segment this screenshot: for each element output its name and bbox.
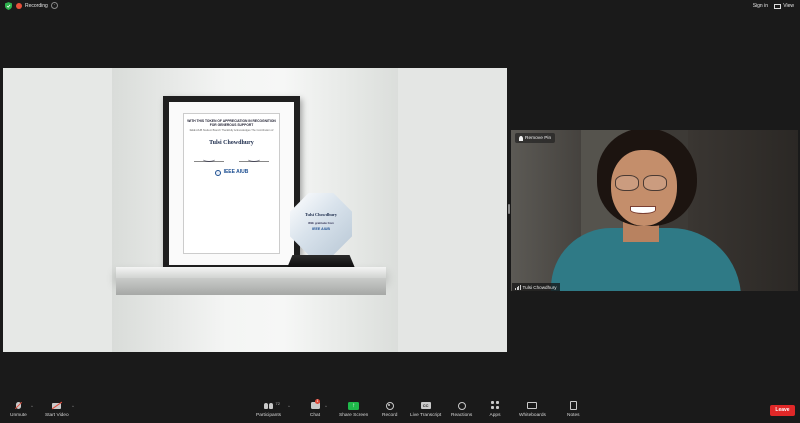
plaque-gratitude: With gratitude from [308, 221, 334, 226]
notes-label: Notes [567, 413, 580, 418]
chat-badge: 1 [315, 399, 320, 404]
signature-right [238, 160, 269, 165]
apps-icon [490, 401, 500, 410]
audio-options-caret-icon[interactable]: ^ [31, 404, 33, 409]
crystal-plaque: Tulsi Chowdhury With gratitude from IEEE… [290, 193, 352, 258]
signature-left [194, 160, 225, 165]
reactions-button[interactable]: Reactions [451, 400, 472, 418]
certificate: WITH THIS TOKEN OF APPRECIATION IN RECOG… [183, 113, 280, 254]
notes-icon [569, 401, 577, 410]
wall-left [3, 68, 112, 352]
participant-name-tag: Tulsi Chowdhury [512, 283, 560, 291]
remove-pin-label: Remove Pin [525, 135, 552, 141]
participant-name: Tulsi Chowdhury [522, 284, 557, 290]
share-screen-icon: ↑ [348, 401, 360, 410]
reactions-label: Reactions [451, 413, 473, 418]
wall-right [398, 68, 507, 352]
certificate-body-lines [187, 152, 276, 155]
live-transcript-label: Live Transcript [410, 413, 442, 418]
plaque-glass: Tulsi Chowdhury With gratitude from IEEE… [290, 193, 352, 255]
record-icon [385, 401, 394, 410]
certificate-recipient: Tulsi Chowdhury [209, 139, 254, 146]
record-button[interactable]: Record [382, 400, 397, 418]
share-screen-button[interactable]: ↑ Share Screen [339, 400, 368, 418]
grid-view-icon [774, 3, 782, 9]
meeting-toolbar: Unmute ^ Start Video ^ 72 Participants ^… [0, 398, 800, 423]
certificate-mat: WITH THIS TOKEN OF APPRECIATION IN RECOG… [169, 102, 294, 265]
recording-indicator[interactable]: Recording · [16, 2, 58, 9]
participants-button[interactable]: 72 Participants [256, 400, 281, 418]
certificate-frame: WITH THIS TOKEN OF APPRECIATION IN RECOG… [163, 96, 300, 271]
plaque-brand: IEEE AIUB [312, 227, 330, 232]
unmute-button[interactable]: Unmute [10, 400, 27, 418]
remove-pin-button[interactable]: Remove Pin [515, 133, 556, 143]
view-button[interactable]: View [774, 3, 794, 9]
aiub-seal-icon [214, 170, 221, 177]
record-label: Record [382, 413, 398, 418]
top-bar: Recording · Sign in View [0, 0, 800, 12]
apps-button[interactable]: Apps [489, 400, 501, 418]
plaque-top-lines [290, 205, 352, 208]
participants-icon [263, 402, 274, 409]
recording-dot-icon [16, 2, 22, 9]
participants-count: 72 [275, 401, 280, 406]
apps-label: Apps [489, 413, 501, 418]
pin-icon [519, 135, 523, 141]
glasses-left-lens [615, 175, 639, 191]
participant-video[interactable] [511, 130, 798, 291]
encryption-shield-icon[interactable] [5, 2, 12, 10]
more-options-icon[interactable]: · [50, 2, 58, 9]
certificate-date [187, 180, 276, 182]
shelf-top [116, 267, 386, 278]
certificate-subheading: IEEE AIUB Student Branch Thankfully Ackn… [189, 129, 274, 133]
certificate-logo-row: IEEE AIUB [187, 168, 276, 177]
start-video-button[interactable]: Start Video [45, 400, 69, 418]
start-video-label: Start Video [45, 413, 69, 418]
notes-button[interactable]: Notes [567, 400, 580, 418]
ieee-logo-text: IEEE AIUB [223, 168, 249, 175]
video-options-caret-icon[interactable]: ^ [72, 404, 74, 409]
whiteboards-label: Whiteboards [519, 413, 546, 418]
muted-mic-icon [15, 402, 21, 409]
whiteboards-button[interactable]: Whiteboards [519, 400, 546, 418]
participants-label: Participants [256, 413, 282, 418]
whiteboard-icon [527, 402, 538, 409]
leave-button[interactable]: Leave [770, 405, 795, 416]
glasses-right-lens [643, 175, 667, 191]
shared-screen: WITH THIS TOKEN OF APPRECIATION IN RECOG… [3, 68, 507, 352]
sign-in-link[interactable]: Sign in [753, 3, 768, 9]
reactions-icon [457, 401, 466, 410]
plaque-recipient: Tulsi Chowdhury [305, 212, 337, 218]
signal-bars-icon [515, 284, 521, 290]
panel-resize-handle[interactable] [508, 204, 510, 214]
share-screen-label: Share Screen [339, 413, 369, 418]
chat-options-caret-icon[interactable]: ^ [325, 404, 327, 409]
video-off-icon [52, 402, 62, 409]
participants-options-caret-icon[interactable]: ^ [288, 404, 290, 409]
chat-button[interactable]: 1 Chat [309, 399, 321, 418]
unmute-label: Unmute [10, 413, 27, 418]
certificate-heading: WITH THIS TOKEN OF APPRECIATION IN RECOG… [187, 119, 276, 128]
chat-label: Chat [309, 413, 321, 418]
participant-smile [630, 206, 656, 214]
signatures [187, 160, 276, 165]
view-label: View [783, 3, 794, 9]
ieee-logo-sub [224, 175, 249, 177]
recording-label: Recording [25, 2, 48, 9]
closed-caption-icon: CC [420, 402, 431, 409]
shelf-front [116, 278, 386, 295]
ieee-logo: IEEE AIUB [223, 168, 249, 177]
live-transcript-button[interactable]: CC Live Transcript [410, 400, 441, 418]
